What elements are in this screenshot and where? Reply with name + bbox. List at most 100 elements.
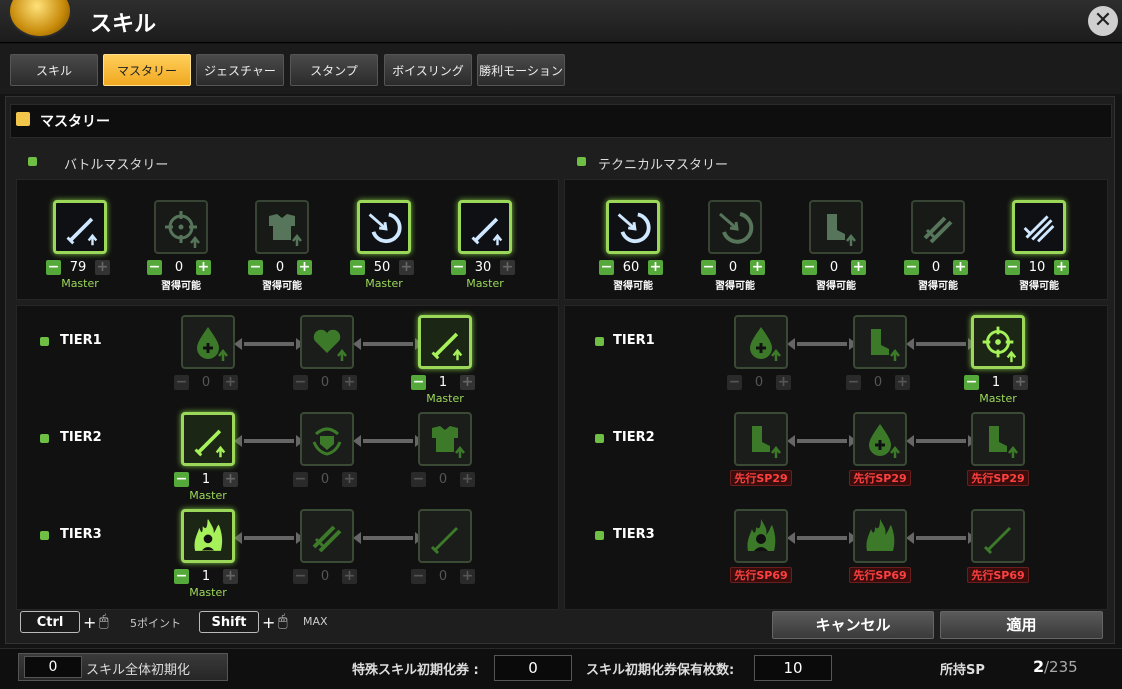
technical-tier3-node-1[interactable] bbox=[734, 509, 788, 563]
plus-button[interactable]: + bbox=[223, 472, 238, 487]
skill-level: 0 bbox=[320, 569, 330, 584]
minus-button[interactable]: − bbox=[599, 260, 614, 275]
minus-button[interactable]: − bbox=[46, 260, 61, 275]
tab-victory-motion[interactable]: 勝利モーション bbox=[477, 54, 565, 86]
plus-button[interactable]: + bbox=[399, 260, 414, 275]
minus-button[interactable]: − bbox=[248, 260, 263, 275]
technical-tier2-node-3[interactable] bbox=[971, 412, 1025, 466]
battle-tier2-node-2[interactable] bbox=[300, 412, 354, 466]
technical-tier1-node-3[interactable] bbox=[971, 315, 1025, 369]
battle-mastery-skill-1[interactable] bbox=[53, 200, 107, 254]
minus-button[interactable]: − bbox=[174, 569, 189, 584]
tab-gesture[interactable]: ジェスチャー bbox=[196, 54, 284, 86]
minus-button[interactable]: − bbox=[293, 472, 308, 487]
battle-tier3-node-3[interactable] bbox=[418, 509, 472, 563]
minus-button[interactable]: − bbox=[451, 260, 466, 275]
plus-button[interactable]: + bbox=[1054, 260, 1069, 275]
technical-mastery-skill-4[interactable] bbox=[911, 200, 965, 254]
special-reset-label: 特殊スキル初期化券 : bbox=[352, 663, 479, 678]
minus-button[interactable]: − bbox=[293, 569, 308, 584]
plus-button[interactable]: + bbox=[460, 375, 475, 390]
tier-node-counter: −0 + bbox=[411, 472, 475, 488]
minus-button[interactable]: − bbox=[411, 375, 426, 390]
apply-button[interactable]: 適用 bbox=[940, 611, 1103, 639]
plus-button[interactable]: + bbox=[648, 260, 663, 275]
flame-figure-icon bbox=[747, 519, 776, 551]
technical-skill-status: 習得可能 bbox=[715, 281, 755, 292]
plus-button[interactable]: + bbox=[750, 260, 765, 275]
link-arrow-icon bbox=[787, 338, 857, 350]
plus-button[interactable]: + bbox=[460, 569, 475, 584]
minus-button[interactable]: − bbox=[174, 472, 189, 487]
technical-tier1-node-1[interactable] bbox=[734, 315, 788, 369]
plus-button[interactable]: + bbox=[223, 569, 238, 584]
technical-mastery-skill-2[interactable] bbox=[708, 200, 762, 254]
skill-level: 0 bbox=[320, 472, 330, 487]
plus-button[interactable]: + bbox=[460, 472, 475, 487]
plus-button[interactable]: + bbox=[297, 260, 312, 275]
plus-button[interactable]: + bbox=[95, 260, 110, 275]
minus-button[interactable]: − bbox=[846, 375, 861, 390]
skill-level: 10 bbox=[1028, 260, 1046, 275]
tier-marker-icon bbox=[40, 531, 49, 540]
technical-skill-counter: −0 + bbox=[802, 260, 866, 276]
plus-button[interactable]: + bbox=[776, 375, 791, 390]
plus-button[interactable]: + bbox=[223, 375, 238, 390]
close-button[interactable]: ✕ bbox=[1088, 6, 1118, 36]
plus-button[interactable]: + bbox=[342, 375, 357, 390]
plus-button[interactable]: + bbox=[953, 260, 968, 275]
skill-level: 60 bbox=[622, 260, 640, 275]
battle-tier1-node-1[interactable] bbox=[181, 315, 235, 369]
tab-skill[interactable]: スキル bbox=[10, 54, 98, 86]
section-marker-icon bbox=[16, 112, 30, 126]
technical-mastery-skill-1[interactable] bbox=[606, 200, 660, 254]
minus-button[interactable]: − bbox=[727, 375, 742, 390]
tier-node-status: Master bbox=[426, 392, 464, 405]
battle-mastery-skill-2[interactable] bbox=[154, 200, 208, 254]
plus-button[interactable]: + bbox=[342, 472, 357, 487]
skill-level: 0 bbox=[201, 375, 211, 390]
tier-marker-icon bbox=[595, 531, 604, 540]
battle-tier2-node-3[interactable] bbox=[418, 412, 472, 466]
battle-tier3-node-1[interactable] bbox=[181, 509, 235, 563]
minus-button[interactable]: − bbox=[147, 260, 162, 275]
plus-button[interactable]: + bbox=[895, 375, 910, 390]
technical-tier3-node-3[interactable] bbox=[971, 509, 1025, 563]
technical-mastery-skill-3[interactable] bbox=[809, 200, 863, 254]
link-arrow-icon bbox=[787, 435, 857, 447]
minus-button[interactable]: − bbox=[350, 260, 365, 275]
plus-button[interactable]: + bbox=[196, 260, 211, 275]
plus-button[interactable]: + bbox=[500, 260, 515, 275]
battle-tier1-node-2[interactable] bbox=[300, 315, 354, 369]
minus-button[interactable]: − bbox=[701, 260, 716, 275]
minus-button[interactable]: − bbox=[411, 472, 426, 487]
battle-mastery-skill-5[interactable] bbox=[458, 200, 512, 254]
tab-mastery[interactable]: マスタリー bbox=[103, 54, 191, 86]
technical-mastery-skill-5[interactable] bbox=[1012, 200, 1066, 254]
battle-mastery-skill-3[interactable] bbox=[255, 200, 309, 254]
plus-button[interactable]: + bbox=[342, 569, 357, 584]
minus-button[interactable]: − bbox=[802, 260, 817, 275]
tab-stamp[interactable]: スタンプ bbox=[290, 54, 378, 86]
battle-skill-counter: −0 + bbox=[147, 260, 211, 276]
technical-tier1-node-2[interactable] bbox=[853, 315, 907, 369]
plus-icon: + bbox=[262, 613, 276, 632]
flame-icon bbox=[866, 519, 895, 551]
technical-tier3-node-2[interactable] bbox=[853, 509, 907, 563]
minus-button[interactable]: − bbox=[174, 375, 189, 390]
technical-tier2-node-1[interactable] bbox=[734, 412, 788, 466]
cancel-button[interactable]: キャンセル bbox=[772, 611, 934, 639]
battle-mastery-skill-4[interactable] bbox=[357, 200, 411, 254]
minus-button[interactable]: − bbox=[964, 375, 979, 390]
minus-button[interactable]: − bbox=[1005, 260, 1020, 275]
minus-button[interactable]: − bbox=[411, 569, 426, 584]
minus-button[interactable]: − bbox=[904, 260, 919, 275]
battle-tier3-node-2[interactable] bbox=[300, 509, 354, 563]
battle-tier2-node-1[interactable] bbox=[181, 412, 235, 466]
plus-button[interactable]: + bbox=[851, 260, 866, 275]
minus-button[interactable]: − bbox=[293, 375, 308, 390]
technical-tier2-node-2[interactable] bbox=[853, 412, 907, 466]
plus-button[interactable]: + bbox=[1013, 375, 1028, 390]
battle-tier1-node-3[interactable] bbox=[418, 315, 472, 369]
tab-voice-ring[interactable]: ボイスリング bbox=[384, 54, 472, 86]
